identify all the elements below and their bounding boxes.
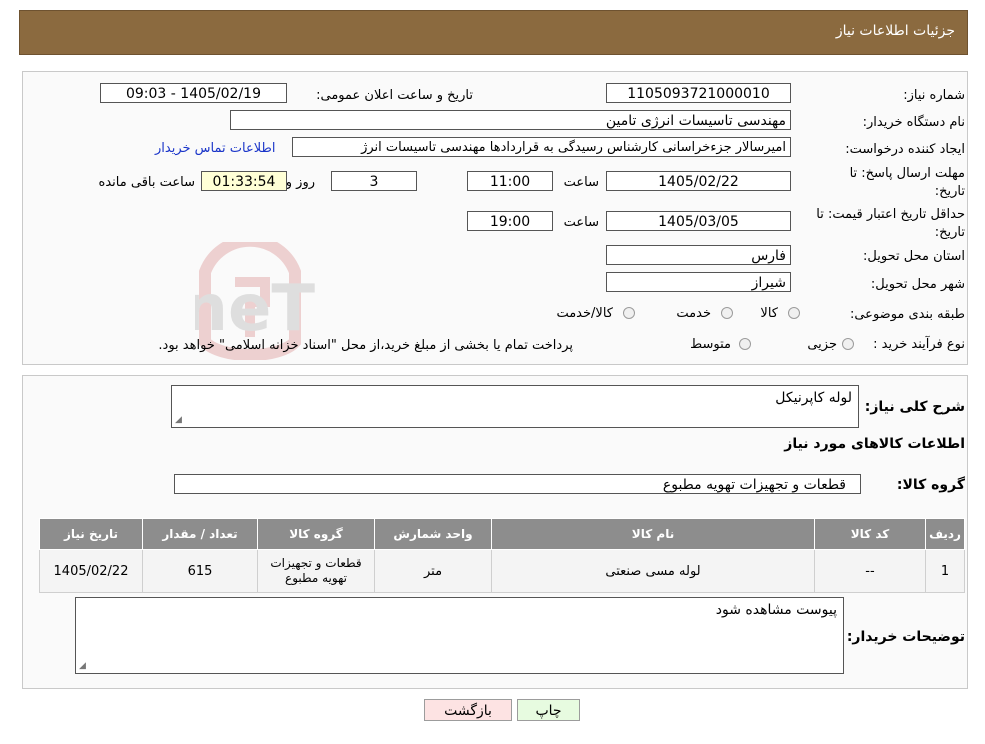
process-label: نوع فرآیند خرید :: [873, 337, 965, 352]
deadline-time-label: ساعت: [563, 175, 599, 190]
days-field[interactable]: 3: [331, 171, 417, 191]
remaining-time-field: 01:33:54: [201, 171, 287, 191]
process-radio-minor[interactable]: [842, 338, 854, 350]
remaining-label: ساعت باقی مانده: [98, 175, 195, 190]
process-option-medium: متوسط: [690, 337, 731, 352]
watermark-text: AriaTender.neT: [195, 272, 315, 346]
resize-grip-icon: ◢: [175, 415, 182, 425]
resize-grip-icon: ◢: [79, 661, 86, 671]
page-title: جزئیات اطلاعات نیاز: [835, 23, 955, 39]
city-label: شهر محل تحویل:: [870, 277, 965, 292]
cell-unit: متر: [374, 549, 492, 593]
category-radio-goods[interactable]: [788, 307, 800, 319]
cell-name: لوله مسی صنعتی: [491, 549, 815, 593]
deadline-time-field[interactable]: 11:00: [467, 171, 553, 191]
validity-time-field[interactable]: 19:00: [467, 211, 553, 231]
category-radio-goods-service[interactable]: [623, 307, 635, 319]
process-option-minor: جزیی: [807, 337, 837, 352]
table-header-row: ردیف کد کالا نام کالا واحد شمارش گروه کا…: [39, 518, 965, 550]
process-note: پرداخت تمام یا بخشی از مبلغ خرید،از محل …: [158, 338, 573, 353]
items-table: ردیف کد کالا نام کالا واحد شمارش گروه کا…: [39, 518, 965, 593]
validity-label: حداقل تاریخ اعتبار قیمت: تا: [816, 207, 965, 222]
validity-date-field[interactable]: 1405/03/05: [606, 211, 791, 231]
print-button[interactable]: چاپ: [517, 699, 580, 721]
table-row: 1 -- لوله مسی صنعتی متر قطعات و تجهیزات …: [39, 549, 965, 593]
col-code: کد کالا: [814, 518, 926, 550]
deadline-date-field[interactable]: 1405/02/22: [606, 171, 791, 191]
col-row: ردیف: [925, 518, 965, 550]
description-value: لوله کاپرنیکل: [775, 390, 852, 406]
buyer-notes-textarea[interactable]: پیوست مشاهده شود ◢: [75, 597, 844, 674]
need-number-field[interactable]: 1105093721000010: [606, 83, 791, 103]
back-button[interactable]: بازگشت: [424, 699, 512, 721]
page-header: جزئیات اطلاعات نیاز: [19, 10, 968, 55]
creator-field[interactable]: امیرسالار جزءخراسانی کارشناس رسیدگی به ق…: [292, 137, 791, 157]
cell-group: قطعات و تجهیزات تهویه مطبوع: [257, 549, 375, 593]
buyer-notes-label: توضیحات خریدار:: [846, 629, 965, 645]
items-section-title: اطلاعات کالاهای مورد نیاز: [784, 436, 965, 452]
category-option-goods-service: کالا/خدمت: [556, 306, 613, 321]
category-radio-service[interactable]: [721, 307, 733, 319]
announce-field[interactable]: 1405/02/19 - 09:03: [100, 83, 287, 103]
buyer-notes-value: پیوست مشاهده شود: [715, 602, 837, 618]
cell-code: --: [814, 549, 926, 593]
col-unit: واحد شمارش: [374, 518, 492, 550]
announce-label: تاریخ و ساعت اعلان عمومی:: [316, 88, 473, 103]
category-label: طبقه بندی موضوعی:: [849, 307, 965, 322]
goods-group-label: گروه کالا:: [896, 477, 965, 493]
col-group: گروه کالا: [257, 518, 375, 550]
description-textarea[interactable]: لوله کاپرنیکل ◢: [171, 385, 859, 428]
need-number-label: شماره نیاز:: [903, 88, 965, 103]
buyer-contact-link[interactable]: اطلاعات تماس خریدار: [155, 141, 275, 156]
category-option-service: خدمت: [676, 306, 711, 321]
col-date: تاریخ نیاز: [39, 518, 143, 550]
process-radio-medium[interactable]: [739, 338, 751, 350]
days-label: روز و: [285, 175, 315, 190]
goods-group-field[interactable]: قطعات و تجهیزات تهویه مطبوع: [174, 474, 861, 494]
cell-quantity: 615: [142, 549, 258, 593]
cell-row: 1: [925, 549, 965, 593]
cell-date: 1405/02/22: [39, 549, 143, 593]
description-label: شرح کلی نیاز:: [864, 399, 965, 415]
validity-time-label: ساعت: [563, 215, 599, 230]
creator-label: ایجاد کننده درخواست:: [845, 142, 965, 157]
category-option-goods: کالا: [760, 306, 778, 321]
buyer-org-field[interactable]: مهندسی تاسیسات انرژی تامین: [230, 110, 791, 130]
validity-label-2: تاریخ:: [934, 225, 965, 240]
province-label: استان محل تحویل:: [863, 249, 965, 264]
deadline-label: مهلت ارسال پاسخ: تا: [849, 166, 965, 181]
col-quantity: تعداد / مقدار: [142, 518, 258, 550]
city-field[interactable]: شیراز: [606, 272, 791, 292]
buyer-org-label: نام دستگاه خریدار:: [862, 115, 965, 130]
province-field[interactable]: فارس: [606, 245, 791, 265]
deadline-label-2: تاریخ:: [934, 184, 965, 199]
col-name: نام کالا: [491, 518, 815, 550]
